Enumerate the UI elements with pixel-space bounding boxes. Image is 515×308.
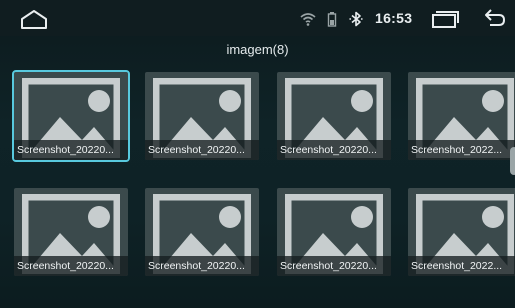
- image-filename: Screenshot_20220...: [145, 140, 259, 160]
- image-thumbnail[interactable]: Screenshot_20220...: [277, 72, 391, 160]
- image-filename: Screenshot_20220...: [145, 256, 259, 276]
- image-filename: Screenshot_20220...: [277, 256, 391, 276]
- image-filename: Screenshot_2022...: [408, 256, 515, 276]
- image-thumbnail[interactable]: Screenshot_20220...: [145, 188, 259, 276]
- image-thumbnail[interactable]: Screenshot_20220...: [12, 70, 130, 162]
- image-thumbnail[interactable]: Screenshot_20220...: [14, 188, 128, 276]
- scroll-handle[interactable]: [510, 147, 515, 175]
- image-filename: Screenshot_20220...: [277, 140, 391, 160]
- image-thumbnail[interactable]: Screenshot_2022...: [408, 72, 515, 160]
- image-filename: Screenshot_20220...: [14, 140, 128, 160]
- image-filename: Screenshot_2022...: [408, 140, 515, 160]
- image-grid: Screenshot_20220... Screenshot_20220... Sc…: [0, 0, 515, 308]
- image-thumbnail[interactable]: Screenshot_20220...: [145, 72, 259, 160]
- image-filename: Screenshot_20220...: [14, 256, 128, 276]
- image-thumbnail[interactable]: Screenshot_20220...: [277, 188, 391, 276]
- image-thumbnail[interactable]: Screenshot_2022...: [408, 188, 515, 276]
